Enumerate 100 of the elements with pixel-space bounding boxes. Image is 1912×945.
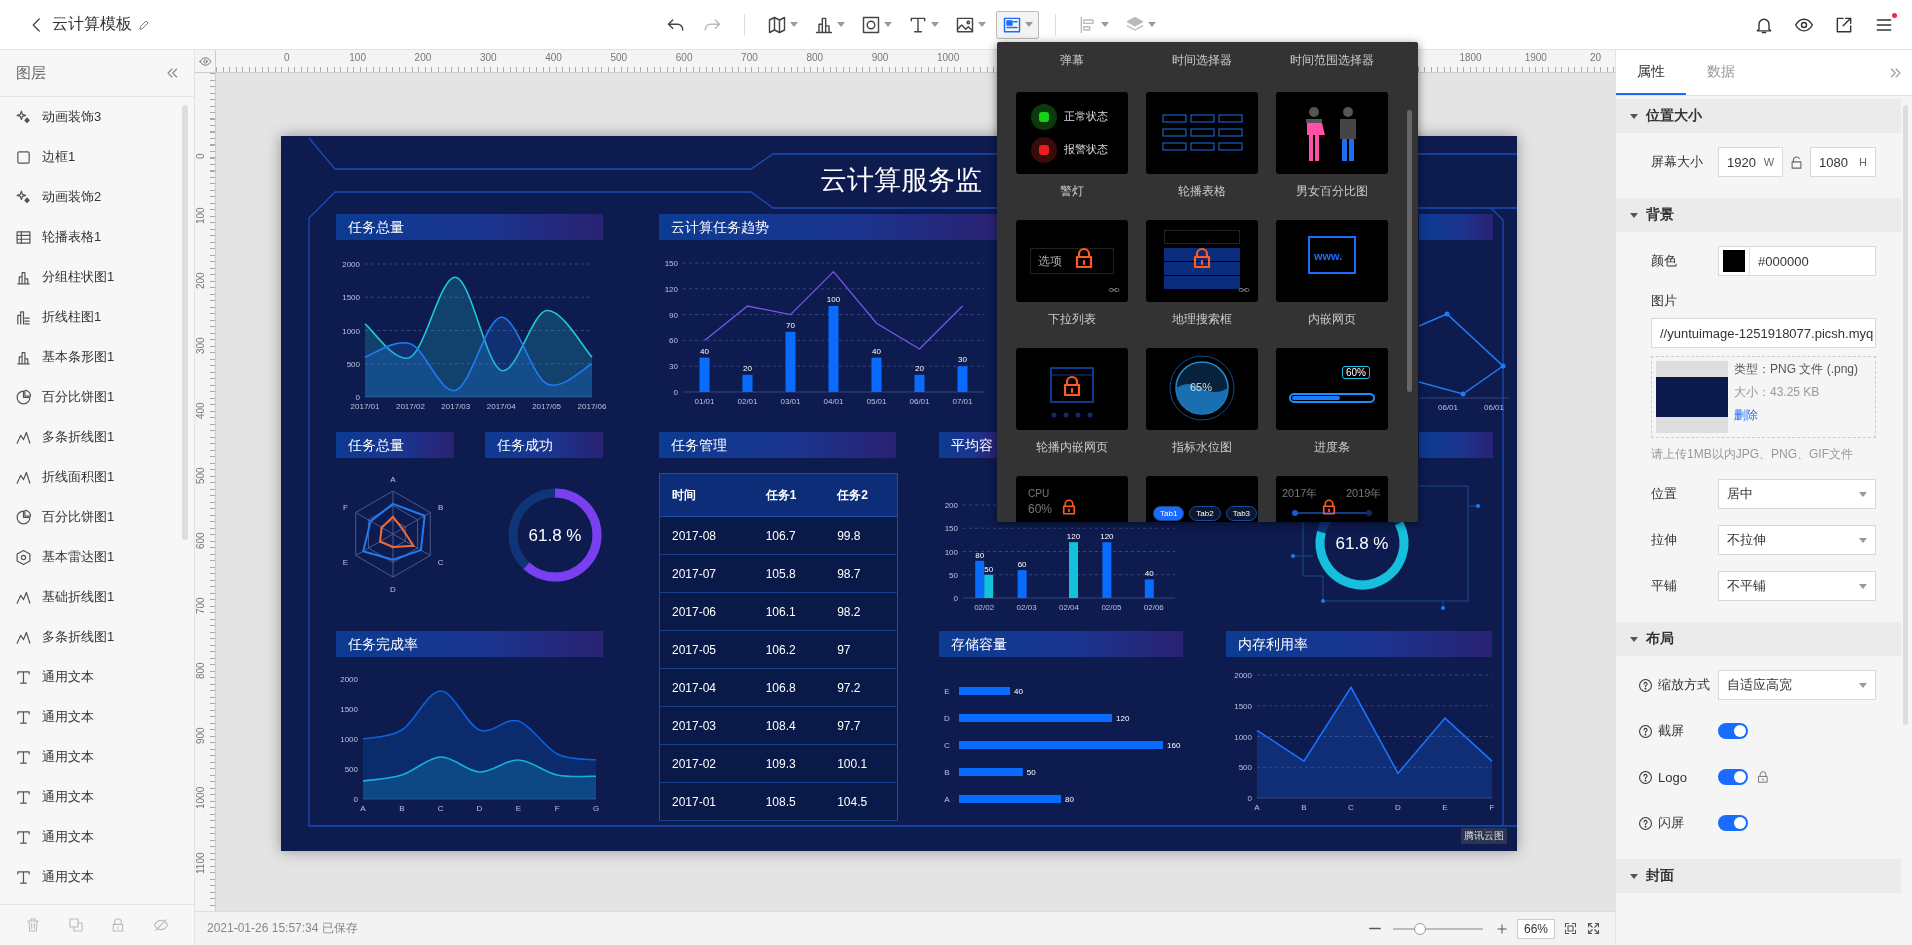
- width-field[interactable]: 1920 W: [1718, 147, 1783, 177]
- layer-item[interactable]: 多条折线图1: [0, 417, 170, 457]
- hexagon-icon: [15, 548, 32, 566]
- component-label[interactable]: 警灯: [1016, 183, 1128, 200]
- ruler-label: 900: [871, 52, 889, 63]
- layer-item[interactable]: 百分比饼图1: [0, 497, 170, 537]
- color-field[interactable]: #000000: [1718, 246, 1876, 276]
- table-cell: 108.4: [753, 706, 826, 745]
- layer-label: 通用文本: [42, 788, 94, 806]
- component-thumbnail[interactable]: 2017年 2019年: [1276, 476, 1388, 522]
- component-thumbnail[interactable]: [1146, 92, 1258, 174]
- section-header[interactable]: 位置大小: [1616, 99, 1901, 133]
- zoom-in-button[interactable]: [1494, 921, 1509, 936]
- layer-item[interactable]: 通用文本: [0, 697, 170, 737]
- component-thumbnail[interactable]: [1146, 220, 1258, 302]
- component-label[interactable]: 指标水位图: [1146, 439, 1258, 456]
- layer-item[interactable]: 边框1: [0, 137, 170, 177]
- slider-thumb[interactable]: [1413, 922, 1426, 935]
- toggle-switch[interactable]: [1718, 723, 1748, 739]
- component-label[interactable]: 时间选择器: [1146, 52, 1258, 82]
- axis-tick-label: 0: [355, 393, 360, 402]
- component-thumbnail[interactable]: 选项: [1016, 220, 1128, 302]
- axis-tick-label: 02/04: [1059, 603, 1079, 612]
- layer-item[interactable]: 多条折线图1: [0, 617, 170, 657]
- component-thumbnail[interactable]: www.: [1276, 220, 1388, 302]
- select-field[interactable]: 不拉伸: [1718, 525, 1876, 555]
- layer-item[interactable]: 通用文本: [0, 817, 170, 857]
- component-label[interactable]: 内嵌网页: [1276, 311, 1388, 328]
- scrollbar[interactable]: [1407, 110, 1412, 392]
- caret-icon: [1630, 636, 1638, 642]
- layer-item[interactable]: 动画装饰3: [0, 97, 170, 137]
- fit-button[interactable]: [1563, 921, 1578, 936]
- layer-item[interactable]: 轮播表格1: [0, 217, 170, 257]
- select-field[interactable]: 不平铺: [1718, 571, 1876, 601]
- color-swatch[interactable]: [1723, 250, 1745, 272]
- layer-item[interactable]: 动画装饰2: [0, 177, 170, 217]
- layer-item[interactable]: 通用文本: [0, 777, 170, 817]
- ruler-label: 400: [195, 402, 207, 419]
- toggle-switch[interactable]: [1718, 815, 1748, 831]
- axis-tick-label: 1000: [342, 326, 360, 336]
- url-field[interactable]: //yuntuimage-1251918077.picsh.myq: [1651, 318, 1876, 348]
- help-icon: [1638, 769, 1653, 785]
- height-field[interactable]: 1080 H: [1810, 147, 1876, 177]
- component-label[interactable]: 时间范围选择器: [1276, 52, 1388, 82]
- component-label[interactable]: 下拉列表: [1016, 311, 1128, 328]
- field-label: 屏幕大小: [1651, 153, 1703, 171]
- layer-item[interactable]: 基础折线图1: [0, 577, 170, 617]
- rename-button[interactable]: [138, 18, 150, 31]
- component-thumbnail[interactable]: 65%: [1146, 348, 1258, 430]
- data-label: 80: [1065, 795, 1074, 804]
- component-label[interactable]: 轮播内嵌网页: [1016, 439, 1128, 456]
- caret-icon: [978, 22, 986, 27]
- axis-tick-label: 2017/04: [486, 402, 516, 411]
- scrollbar[interactable]: [1903, 105, 1908, 725]
- field-label: 位置: [1651, 485, 1677, 503]
- table-icon: [15, 228, 32, 246]
- layer-item[interactable]: 通用文本: [0, 857, 170, 897]
- component-thumbnail[interactable]: Tab1 Tab2 Tab3: [1146, 476, 1258, 522]
- layer-label: 基本条形图1: [42, 348, 115, 366]
- layer-item[interactable]: 折线柱图1: [0, 297, 170, 337]
- component-label[interactable]: 弹幕: [1016, 52, 1128, 82]
- panel-tab[interactable]: 属性: [1616, 50, 1686, 95]
- scrollbar[interactable]: [182, 105, 188, 540]
- ruler-label: 200: [414, 52, 432, 63]
- layer-item[interactable]: 通用文本: [0, 737, 170, 777]
- delete-link[interactable]: 删除: [1734, 407, 1859, 424]
- section-header[interactable]: 背景: [1616, 198, 1901, 232]
- component-label[interactable]: 轮播表格: [1146, 183, 1258, 200]
- ruler-label: 600: [195, 532, 207, 549]
- component-thumbnail[interactable]: CPU 60%: [1016, 476, 1128, 522]
- table-cell: 100.1: [825, 744, 898, 783]
- axis-tick-label: 500: [344, 765, 358, 774]
- layer-item[interactable]: 折线面积图1: [0, 457, 170, 497]
- thumbnail-text: 65%: [1190, 381, 1213, 393]
- layer-item[interactable]: 基本条形图1: [0, 337, 170, 377]
- component-thumbnail[interactable]: 正常状态 报警状态: [1016, 92, 1128, 174]
- select-field[interactable]: 自适应高宽: [1718, 670, 1876, 700]
- axis-tick-label: B: [1301, 803, 1307, 812]
- component-label[interactable]: 男女百分比图: [1276, 183, 1388, 200]
- caret-icon: [1148, 22, 1156, 27]
- layer-item[interactable]: 通用文本: [0, 657, 170, 697]
- section-header[interactable]: 布局: [1616, 622, 1901, 656]
- layer-item[interactable]: 基本雷达图1: [0, 537, 170, 577]
- component-label[interactable]: 地理搜索框: [1146, 311, 1258, 328]
- component-thumbnail[interactable]: [1016, 348, 1128, 430]
- layer-item[interactable]: 分组柱状图1: [0, 257, 170, 297]
- widget-button[interactable]: [996, 10, 1039, 39]
- bar: [699, 357, 710, 392]
- component-thumbnail[interactable]: [1276, 92, 1388, 174]
- layer-label: 边框1: [42, 148, 76, 166]
- section-header[interactable]: 封面: [1616, 859, 1901, 893]
- select-field[interactable]: 居中: [1718, 479, 1876, 509]
- pie-chart-icon: [15, 388, 32, 406]
- ruler-label: 1000: [937, 52, 960, 63]
- component-label[interactable]: 进度条: [1276, 439, 1388, 456]
- fullscreen-button[interactable]: [1586, 921, 1601, 936]
- layer-item[interactable]: 百分比饼图1: [0, 377, 170, 417]
- toggle-switch[interactable]: [1718, 769, 1748, 785]
- zoom-out-button[interactable]: [1368, 927, 1381, 930]
- component-thumbnail[interactable]: 60%: [1276, 348, 1388, 430]
